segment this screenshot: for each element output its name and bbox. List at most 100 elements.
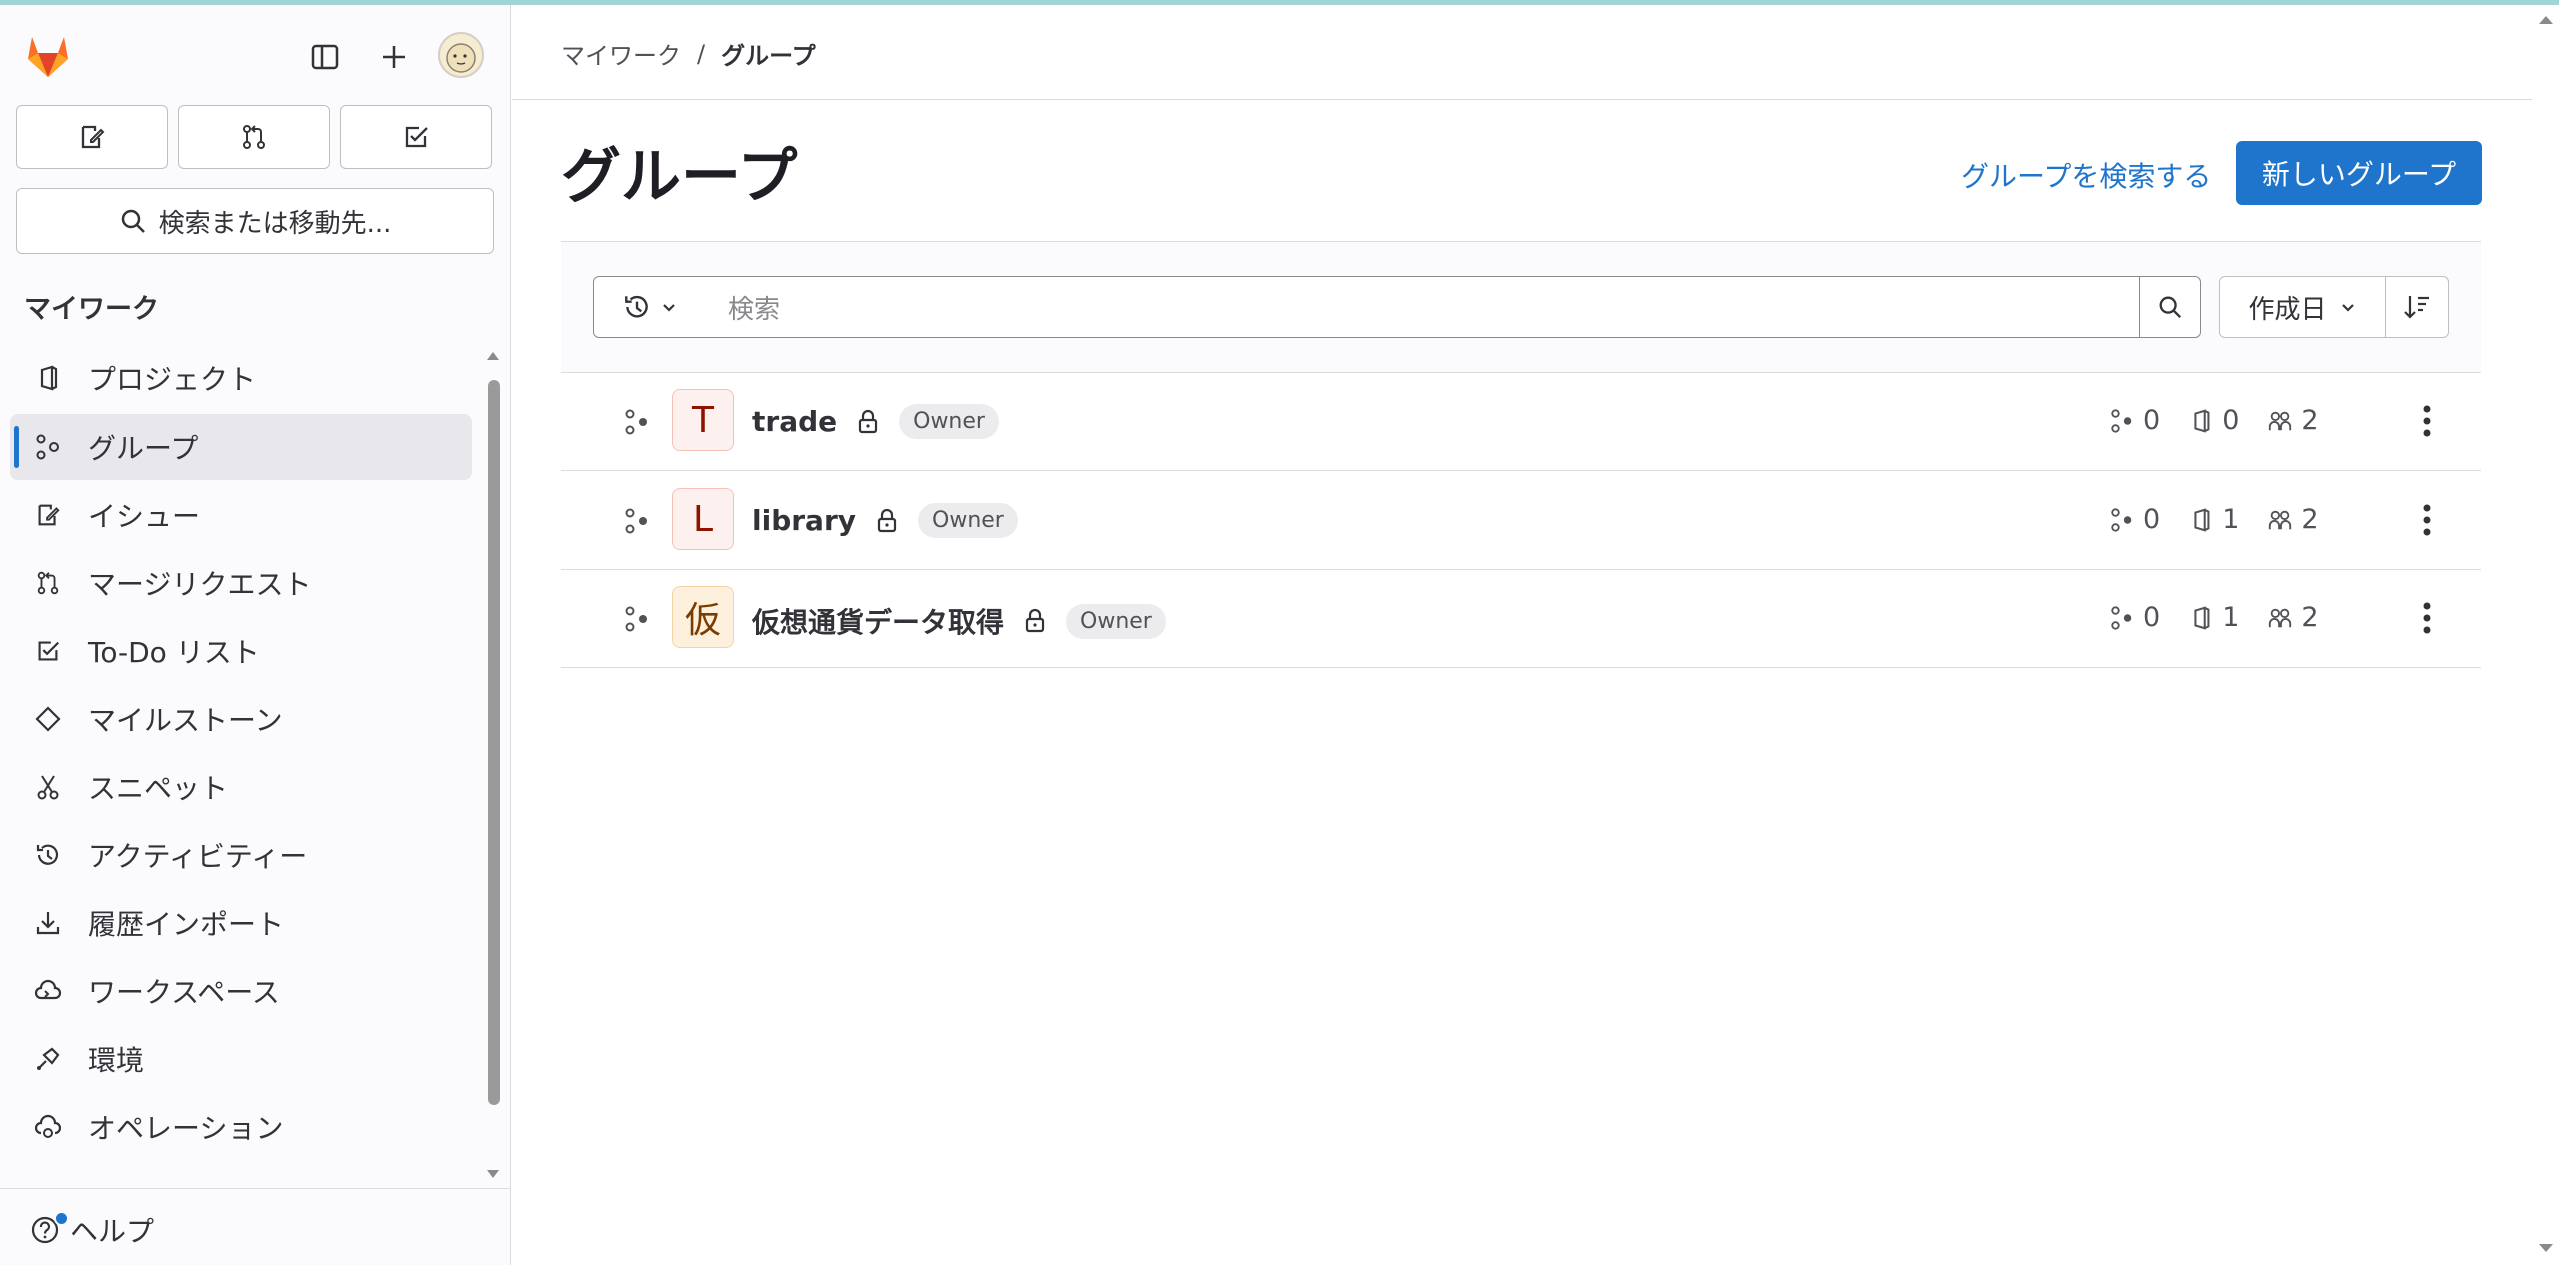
chevron-down-icon	[2341, 304, 2354, 312]
issue-icon	[26, 501, 70, 529]
page-title: グループ	[561, 142, 798, 212]
lock-icon	[1025, 608, 1045, 633]
sidebar-item-todos[interactable]: To-Do リスト	[10, 618, 472, 684]
group-row[interactable]: L library Owner 0 1 2	[561, 471, 2481, 570]
users-icon	[2269, 510, 2292, 529]
scroll-down-arrow-icon[interactable]	[2536, 1241, 2556, 1255]
group-icon	[623, 507, 651, 539]
merge-request-icon	[26, 569, 70, 597]
todo-icon	[405, 126, 428, 148]
sidebar-item-operations[interactable]: オペレーション	[10, 1094, 472, 1160]
operations-icon	[26, 1113, 70, 1141]
more-actions-icon[interactable]	[2409, 598, 2445, 638]
sidebar-item-merge-requests[interactable]: マージリクエスト	[10, 550, 472, 616]
sidebar-item-environments[interactable]: 環境	[10, 1026, 472, 1092]
group-row[interactable]: 仮 仮想通貨データ取得 Owner 0 1 2	[561, 569, 2481, 668]
todo-icon	[26, 637, 70, 665]
sidebar-item-label: マイルストーン	[88, 704, 283, 737]
import-icon	[26, 909, 70, 937]
user-avatar[interactable]	[438, 32, 484, 78]
sidebar-item-label: スニペット	[88, 772, 229, 805]
group-name-link[interactable]: 仮想通貨データ取得	[752, 601, 1004, 641]
group-name-link[interactable]: library	[752, 504, 856, 537]
sidebar-item-milestones[interactable]: マイルストーン	[10, 686, 472, 752]
sidebar-item-workspaces[interactable]: ワークスペース	[10, 958, 472, 1024]
todos-shortcut-button[interactable]	[340, 105, 492, 169]
history-icon	[26, 841, 70, 869]
search-submit-button[interactable]	[2139, 276, 2201, 338]
search-icon	[2159, 296, 2182, 319]
projects-count: 1	[2188, 504, 2239, 535]
project-icon	[26, 364, 70, 392]
project-icon	[2194, 408, 2210, 433]
gitlab-logo-icon[interactable]	[22, 29, 74, 81]
sort-direction-button[interactable]	[2385, 276, 2449, 338]
sidebar-item-groups[interactable]: グループ	[10, 414, 472, 480]
role-badge: Owner	[918, 503, 1018, 538]
breadcrumb-parent-link[interactable]: マイワーク	[561, 36, 681, 71]
subgroup-icon	[2111, 605, 2132, 630]
sidebar-item-activity[interactable]: アクティビティー	[10, 822, 472, 888]
scroll-up-arrow-icon[interactable]	[486, 350, 500, 362]
plus-icon[interactable]	[372, 35, 416, 79]
sidebar-item-label: プロジェクト	[88, 363, 257, 396]
window-scrollbar[interactable]	[2532, 5, 2559, 1265]
help-icon	[30, 1211, 69, 1245]
group-name-link[interactable]: trade	[752, 405, 837, 438]
lock-icon	[859, 409, 878, 433]
sidebar-item-import-history[interactable]: 履歴インポート	[10, 890, 472, 956]
sort-descending-icon	[2404, 296, 2429, 319]
merge-requests-shortcut-button[interactable]	[178, 105, 330, 169]
search-input[interactable]: 検索	[706, 276, 2140, 338]
search-input-placeholder: 検索	[728, 294, 781, 325]
explore-groups-link[interactable]: グループを検索する	[1961, 155, 2211, 195]
issues-shortcut-button[interactable]	[16, 105, 168, 169]
sidebar-item-issues[interactable]: イシュー	[10, 482, 472, 548]
merge-request-icon	[243, 125, 265, 149]
sidebar-scroll-thumb[interactable]	[488, 380, 500, 1105]
breadcrumb: マイワーク / グループ	[561, 36, 816, 71]
workspace-icon	[26, 977, 70, 1005]
group-avatar[interactable]: L	[672, 488, 734, 550]
new-group-button[interactable]: 新しいグループ	[2236, 141, 2482, 205]
header-divider	[512, 99, 2532, 100]
sort-field-dropdown[interactable]: 作成日	[2219, 276, 2386, 338]
issue-icon	[81, 125, 105, 149]
sidebar: 検索または移動先... マイワーク プロジェクト グループ イシュー マージリク…	[0, 5, 511, 1265]
more-actions-icon[interactable]	[2409, 500, 2445, 540]
more-actions-icon[interactable]	[2409, 401, 2445, 441]
sidebar-item-snippets[interactable]: スニペット	[10, 754, 472, 820]
scroll-up-arrow-icon[interactable]	[2536, 13, 2556, 27]
subgroup-icon	[2111, 507, 2132, 532]
help-button[interactable]: ヘルプ	[0, 1188, 510, 1271]
search-button-label: 検索または移動先...	[158, 208, 392, 239]
role-badge: Owner	[1066, 603, 1166, 639]
projects-count: 0	[2188, 405, 2239, 436]
environment-icon	[26, 1045, 70, 1073]
sidebar-item-label: グループ	[88, 432, 199, 465]
project-icon	[2194, 605, 2210, 630]
lock-icon	[877, 508, 897, 532]
users-icon	[2269, 411, 2292, 430]
scroll-down-arrow-icon[interactable]	[486, 1168, 500, 1180]
sidebar-section-label: マイワーク	[24, 294, 159, 325]
sidebar-toggle-icon[interactable]	[303, 35, 347, 79]
members-count: 2	[2267, 405, 2319, 436]
sidebar-item-label: 履歴インポート	[88, 908, 285, 941]
subgroups-count: 0	[2109, 504, 2160, 535]
sidebar-item-label: ワークスペース	[88, 976, 280, 1009]
subgroups-count: 0	[2109, 405, 2160, 436]
sidebar-item-label: イシュー	[88, 500, 201, 533]
group-avatar[interactable]: T	[672, 389, 734, 451]
recent-searches-button[interactable]	[593, 276, 707, 338]
members-count: 2	[2267, 504, 2319, 535]
users-icon	[2269, 608, 2292, 627]
group-avatar[interactable]: 仮	[672, 586, 734, 648]
sidebar-item-label: To-Do リスト	[88, 636, 260, 669]
members-count: 2	[2267, 602, 2319, 633]
role-badge: Owner	[899, 404, 999, 439]
search-or-go-to-button[interactable]: 検索または移動先...	[16, 188, 494, 254]
group-row[interactable]: T trade Owner 0 0 2	[561, 372, 2481, 471]
breadcrumb-current[interactable]: グループ	[721, 36, 816, 71]
sidebar-item-projects[interactable]: プロジェクト	[10, 345, 472, 411]
